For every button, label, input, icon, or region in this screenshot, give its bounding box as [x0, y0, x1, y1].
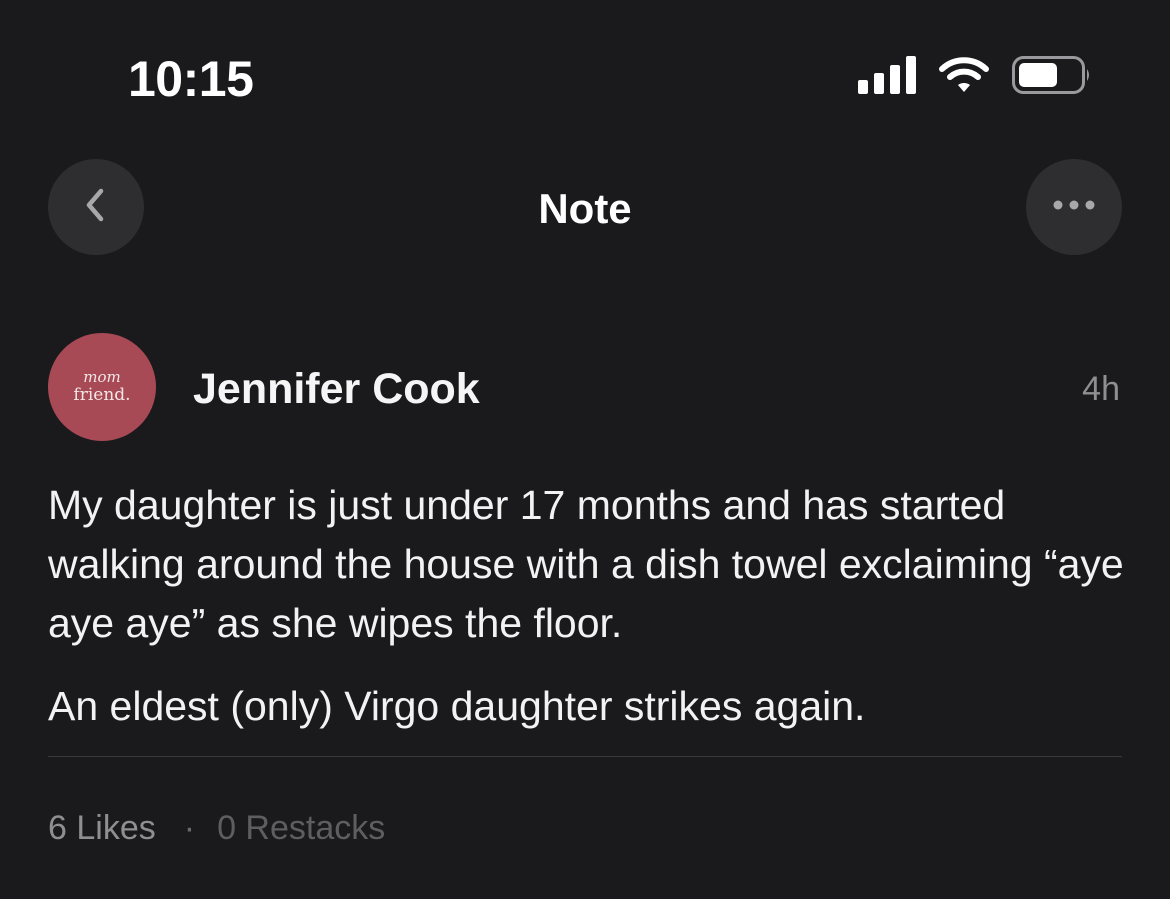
avatar-logo-line-2: friend.	[73, 385, 131, 405]
wifi-icon	[938, 56, 990, 99]
cellular-signal-icon	[858, 56, 916, 99]
battery-icon	[1012, 56, 1092, 99]
divider	[48, 756, 1122, 757]
stats-separator: ·	[183, 809, 196, 847]
status-time: 10:15	[128, 51, 254, 107]
likes-count[interactable]: 6 Likes	[48, 806, 156, 850]
timestamp: 4h	[1082, 370, 1120, 408]
author-name[interactable]: Jennifer Cook	[193, 363, 480, 415]
note-paragraph: An eldest (only) Virgo daughter strikes …	[48, 683, 866, 729]
page-title: Note	[538, 185, 632, 232]
more-options-button[interactable]	[1026, 159, 1122, 255]
note-body: My daughter is just under 17 months and …	[48, 476, 1138, 736]
restacks-count[interactable]: 0 Restacks	[217, 806, 385, 850]
avatar-logo-line-1: mom	[83, 368, 121, 386]
avatar[interactable]: mom friend.	[48, 333, 156, 441]
note-stats: 6 Likes · 0 Restacks	[48, 806, 385, 850]
ellipsis-icon	[1052, 198, 1096, 216]
note-paragraph: My daughter is just under 17 months and …	[48, 482, 1124, 646]
status-icons	[858, 56, 1092, 99]
